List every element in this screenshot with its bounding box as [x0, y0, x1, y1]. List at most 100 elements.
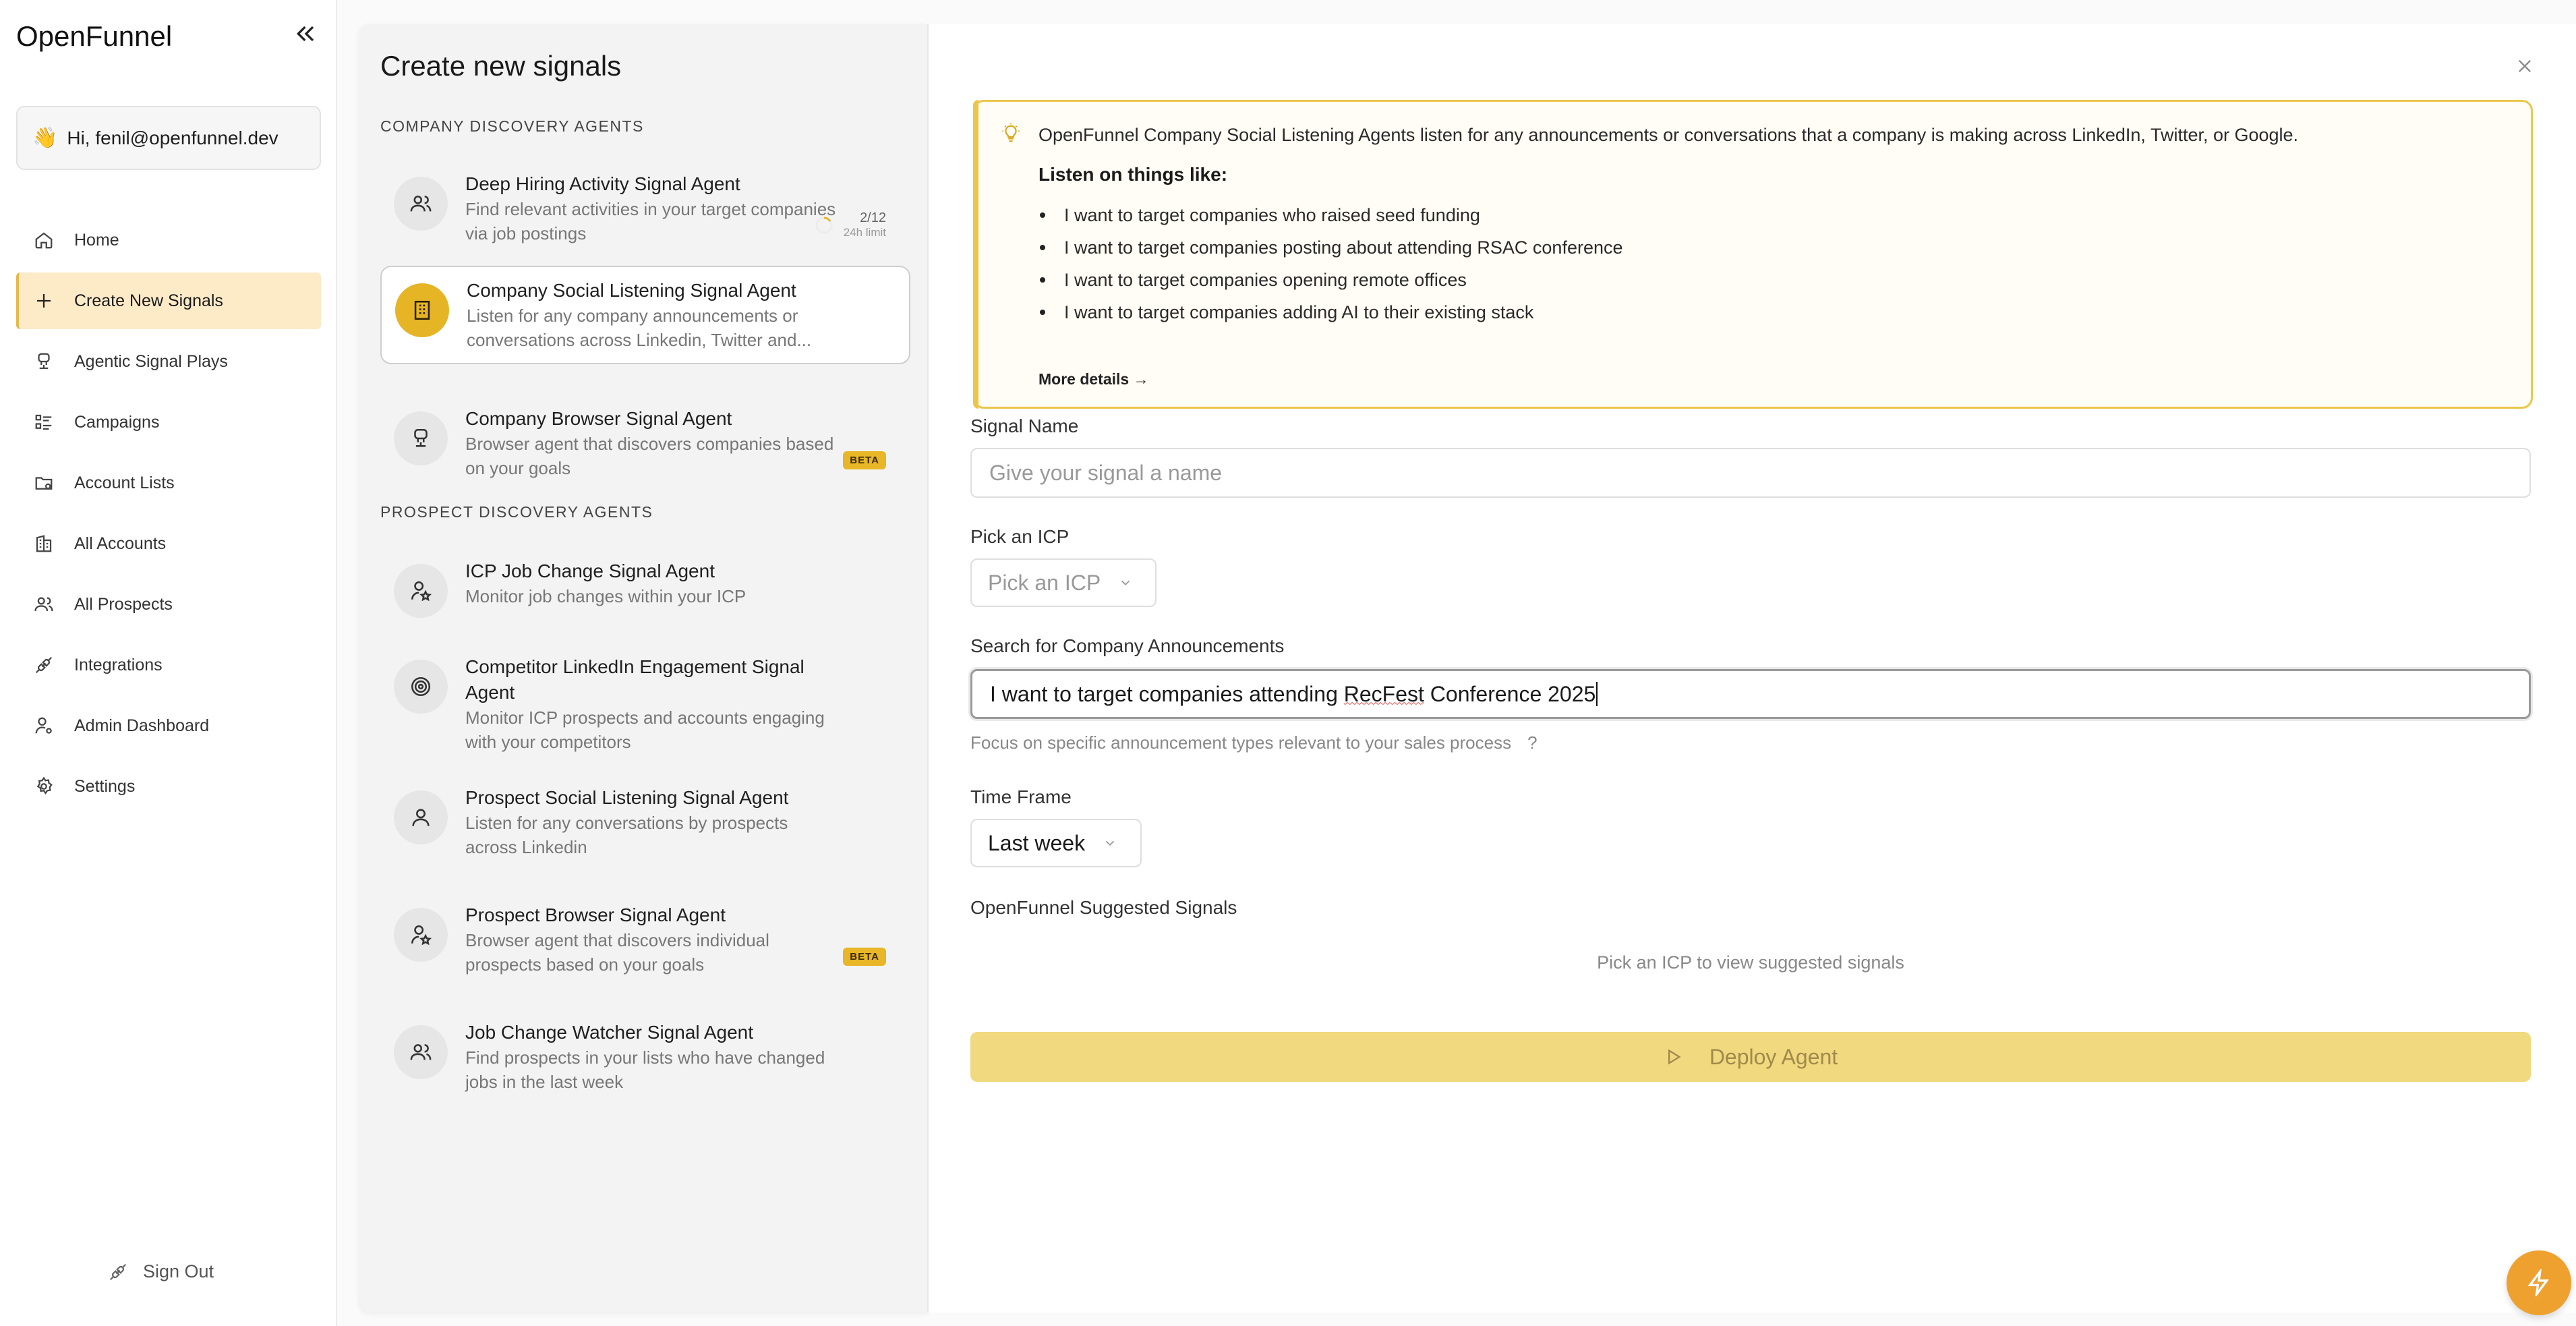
agent-card-prospect-social-listening[interactable]: Prospect Social Listening Signal Agent L… — [380, 774, 910, 870]
sidebar-item-label: Agentic Signal Plays — [74, 351, 228, 371]
agent-name: Company Social Listening Signal Agent — [467, 280, 796, 301]
user-greeting[interactable]: 👋 Hi, fenil@openfunnel.dev — [16, 106, 321, 170]
sidebar-item-agentic-signal-plays[interactable]: Agentic Signal Plays — [16, 333, 321, 390]
collapse-sidebar-icon[interactable] — [293, 20, 320, 47]
agent-card-deep-hiring[interactable]: Deep Hiring Activity Signal Agent Find r… — [380, 161, 910, 256]
page-title: Create new signals — [380, 50, 622, 82]
search-hint: Focus on specific announcement types rel… — [970, 732, 1538, 753]
usage-count: 2/12 — [860, 210, 886, 225]
icp-label: Pick an ICP — [970, 526, 1070, 547]
agent-description: Browser agent that discovers companies b… — [465, 434, 834, 478]
agent-description: Listen for any conversations by prospect… — [465, 813, 788, 857]
plug-icon — [109, 1263, 127, 1280]
section-label-company: COMPANY DISCOVERY AGENTS — [380, 117, 644, 135]
agent-name: Company Browser Signal Agent — [465, 408, 732, 429]
folder-icon — [35, 477, 53, 490]
home-icon — [35, 232, 53, 249]
search-label: Search for Company Announcements — [970, 635, 1285, 656]
agent-card-competitor-linkedin-engagement[interactable]: Competitor LinkedIn Engagement Signal Ag… — [380, 643, 910, 765]
sidebar-item-all-accounts[interactable]: All Accounts — [16, 515, 321, 572]
building-icon — [36, 535, 52, 552]
agent-name: Prospect Social Listening Signal Agent — [465, 787, 789, 808]
chevron-down-icon — [1121, 580, 1130, 586]
search-value-part: Conference 2025 — [1424, 681, 1596, 706]
agent-name: Job Change Watcher Signal Agent — [465, 1022, 754, 1043]
user-icon — [394, 790, 448, 844]
robot-icon — [38, 353, 50, 370]
sidebar-item-settings[interactable]: Settings — [16, 758, 321, 815]
usage-window: 24h limit — [843, 226, 886, 239]
more-details-link[interactable]: More details → — [1038, 370, 1149, 388]
section-label-prospect: PROSPECT DISCOVERY AGENTS — [380, 503, 653, 521]
beta-badge: BETA — [843, 451, 886, 469]
timeframe-select[interactable]: Last week — [970, 819, 1142, 867]
sidebar-item-label: Admin Dashboard — [74, 716, 210, 735]
quick-action-button[interactable] — [2507, 1250, 2571, 1315]
user-gear-icon — [35, 717, 52, 734]
sidebar-item-label: All Prospects — [74, 594, 173, 614]
deploy-agent-button[interactable]: Deploy Agent — [970, 1032, 2531, 1082]
icp-select[interactable]: Pick an ICP — [970, 558, 1157, 607]
sidebar-item-home[interactable]: Home — [16, 212, 321, 268]
users-icon — [394, 1025, 448, 1079]
sidebar-nav: Home Create New Signals Agentic Signal P… — [16, 212, 321, 819]
sidebar-item-create-new-signals[interactable]: Create New Signals — [16, 272, 321, 329]
users-icon — [394, 177, 448, 231]
target-icon — [394, 660, 448, 714]
example-item: I want to target companies posting about… — [1038, 231, 1623, 264]
sidebar-item-account-lists[interactable]: Account Lists — [16, 455, 321, 511]
agent-name: Competitor LinkedIn Engagement Signal Ag… — [465, 656, 804, 703]
gear-icon — [36, 776, 53, 795]
sidebar-item-label: Campaigns — [74, 412, 160, 432]
deploy-agent-label: Deploy Agent — [1709, 1044, 1838, 1069]
search-hint-text: Focus on specific announcement types rel… — [970, 732, 1512, 753]
list-check-icon — [35, 414, 52, 430]
lightning-icon — [2527, 1269, 2549, 1296]
beta-badge: BETA — [843, 948, 886, 966]
sidebar-item-all-prospects[interactable]: All Prospects — [16, 576, 321, 633]
help-icon[interactable]: ? — [1527, 732, 1537, 753]
suggested-signals-empty: Pick an ICP to view suggested signals — [1597, 952, 1904, 973]
robot-icon — [394, 411, 448, 465]
sidebar-item-label: Home — [74, 230, 119, 250]
chevron-down-icon — [1105, 840, 1115, 846]
text-caret — [1596, 682, 1598, 706]
sidebar-item-campaigns[interactable]: Campaigns — [16, 394, 321, 451]
agent-card-job-change-watcher[interactable]: Job Change Watcher Signal Agent Find pro… — [380, 1009, 910, 1105]
sidebar-item-admin-dashboard[interactable]: Admin Dashboard — [16, 697, 321, 754]
info-intro: OpenFunnel Company Social Listening Agen… — [1038, 125, 2299, 145]
agent-picker-panel: Create new signals COMPANY DISCOVERY AGE… — [359, 24, 927, 1313]
sidebar: OpenFunnel 👋 Hi, fenil@openfunnel.dev Ho… — [0, 0, 337, 1326]
plug-icon — [35, 656, 53, 674]
example-item: I want to target companies opening remot… — [1038, 264, 1623, 296]
sign-out-label: Sign Out — [143, 1261, 214, 1281]
signal-name-label: Signal Name — [970, 415, 1079, 436]
icp-select-value: Pick an ICP — [988, 570, 1101, 595]
agent-description: Monitor job changes within your ICP — [465, 586, 747, 606]
signal-name-input[interactable]: Give your signal a name — [970, 448, 2531, 498]
lightbulb-icon — [1002, 123, 1020, 142]
agent-description: Find relevant activities in your target … — [465, 199, 836, 243]
sidebar-item-label: Integrations — [74, 655, 163, 674]
agent-description: Monitor ICP prospects and accounts engag… — [465, 708, 825, 752]
sidebar-item-integrations[interactable]: Integrations — [16, 637, 321, 693]
timeframe-label: Time Frame — [970, 786, 1072, 807]
agent-name: Deep Hiring Activity Signal Agent — [465, 173, 740, 194]
sign-out-button[interactable]: Sign Out — [108, 1261, 214, 1282]
play-icon — [1668, 1049, 1681, 1065]
signal-config-panel: OpenFunnel Company Social Listening Agen… — [927, 24, 2576, 1313]
agent-description: Listen for any company announcements or … — [467, 306, 812, 350]
agent-description: Browser agent that discovers individual … — [465, 930, 769, 975]
greeting-text: Hi, fenil@openfunnel.dev — [67, 127, 279, 148]
agent-card-prospect-browser[interactable]: Prospect Browser Signal Agent Browser ag… — [380, 892, 910, 987]
example-item: I want to target companies adding AI to … — [1038, 296, 1623, 328]
agent-card-icp-job-change[interactable]: ICP Job Change Signal Agent Monitor job … — [380, 548, 910, 629]
agent-card-company-social-listening[interactable]: Company Social Listening Signal Agent Li… — [380, 266, 910, 364]
sidebar-item-label: All Accounts — [74, 534, 167, 553]
agent-card-company-browser[interactable]: Company Browser Signal Agent Browser age… — [380, 395, 910, 491]
example-list: I want to target companies who raised se… — [1038, 199, 1623, 328]
close-icon[interactable] — [2515, 57, 2534, 76]
agent-name: ICP Job Change Signal Agent — [465, 560, 715, 581]
progress-ring-icon — [815, 217, 833, 233]
search-input[interactable]: I want to target companies attending Rec… — [970, 669, 2531, 719]
